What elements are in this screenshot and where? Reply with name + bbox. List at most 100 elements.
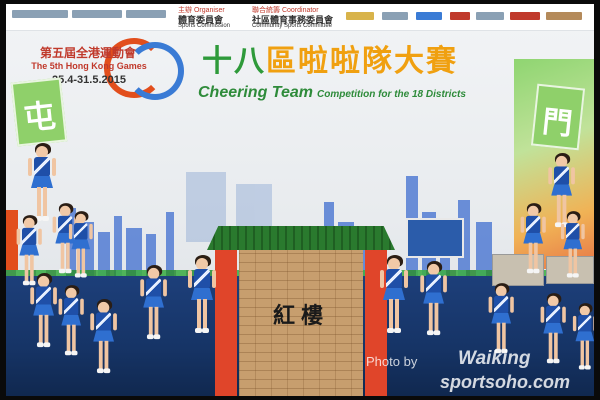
uniform-top [36,286,52,306]
leg [434,302,439,332]
sponsor-logo [546,12,582,20]
leg [98,340,103,370]
arm [188,270,192,288]
shoe [394,328,401,333]
arm [571,167,575,185]
leg [197,299,201,329]
arm [80,298,84,315]
gate-sign: 紅樓 [272,303,329,329]
sponsor-logo [72,10,122,18]
uniform-top [566,223,580,241]
leg [72,324,76,352]
shoe [153,334,161,340]
arm [163,279,167,297]
sponsor-strip: 主辦 Organiser 體育委員會 Sports Commission 聯合統… [6,4,594,31]
arm [53,287,57,305]
leg [38,314,43,344]
arm [520,216,525,233]
gate-pillar-left [215,250,237,396]
shoe [71,350,78,356]
leg [76,248,80,275]
games-title-en: The 5th Hong Kong Games [31,61,147,71]
arm [542,216,546,233]
shoe [572,273,579,278]
uniform-top [546,305,561,324]
shoe [36,342,44,348]
sponsor-logo [510,12,540,20]
event-title-zh: 十八區啦啦隊大賽 [202,36,458,80]
cheerleading-photo: 主辦 Organiser 體育委員會 Sports Commission 聯合統… [6,4,594,396]
held-board [406,218,464,258]
arm [90,313,95,331]
arm [52,216,57,233]
photo-frame: 主辦 Organiser 體育委員會 Sports Commission 聯合統… [0,0,600,400]
organiser-name-en: Sports Commission [178,23,231,29]
arm [212,270,216,288]
leg [428,302,433,332]
shoe [80,273,87,278]
arm [28,158,32,176]
sponsor-logo [126,10,166,18]
leg [534,242,538,270]
shoe [195,328,202,333]
right-sign-glyph: 門 [540,105,574,142]
arm [443,275,447,293]
shoe [202,328,209,333]
sponsor-logo [416,12,442,20]
arm [68,223,73,240]
leg [548,332,553,360]
leg [580,340,584,367]
leg [30,254,34,282]
shoe [387,328,394,333]
watermark-photographer: Waiking [458,348,531,369]
leg [585,340,590,367]
shoe [65,268,72,274]
shoe [43,342,51,348]
leg [43,187,47,217]
leg [60,242,65,270]
arm [420,275,425,293]
shoe [426,330,434,336]
sponsor-logo [450,12,470,20]
gate-prop: 紅樓 [207,226,395,396]
arm [560,223,565,240]
watermark-site: sportsoho.com [440,372,571,392]
uniform-skirt [31,176,53,188]
uniform-skirt [191,288,213,300]
sponsor-logo [346,12,374,20]
uniform-top [34,157,50,177]
leg [573,248,578,275]
arm [38,228,42,245]
uniform-top [146,278,162,298]
gate-roof [207,226,395,250]
arm [380,270,384,288]
shoe [29,280,36,286]
arm [16,228,21,245]
arm [581,223,585,240]
games-title-zh: 第五屆全港運動會 [39,46,136,60]
arm [548,167,553,185]
uniform-top [194,269,210,289]
leg [148,306,153,336]
leg [24,254,29,282]
left-sign-glyph: 屯 [21,97,58,137]
leg [203,299,207,329]
leg [389,299,393,329]
leg [528,242,533,270]
arm [540,306,545,323]
leg [395,299,399,329]
sponsor-logo [382,12,408,20]
leg [104,340,109,370]
uniform-top [578,315,592,333]
uniform-top [526,215,541,234]
district-sign-left: 屯 [10,77,68,147]
leg [37,187,41,217]
shoe [433,330,441,336]
arm [572,315,577,332]
arm [488,296,493,313]
uniform-top [386,269,402,289]
arm [593,315,594,332]
leg [66,324,71,352]
arm [562,306,566,323]
uniform-top [74,223,88,241]
